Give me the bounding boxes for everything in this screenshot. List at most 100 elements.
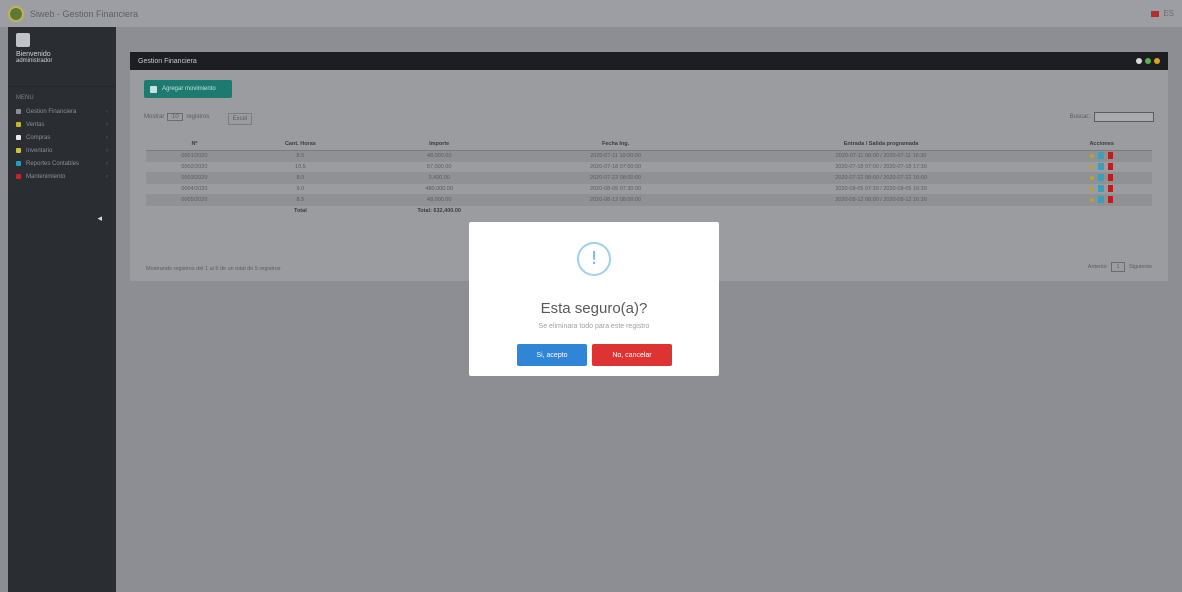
profile-name: Bienvenido — [16, 51, 51, 58]
entries-label: registros — [186, 114, 210, 120]
table-cell: 2020-07-22 08:00:00 — [520, 172, 711, 184]
delete-icon[interactable] — [1108, 185, 1114, 192]
language-label: ES — [1163, 9, 1174, 18]
table-cell: 0002/2020 — [146, 161, 243, 173]
delete-icon[interactable] — [1108, 152, 1114, 159]
edit-icon[interactable] — [1098, 163, 1105, 170]
row-actions — [1051, 161, 1152, 173]
sidebar-item-label: Mantenimiento — [26, 173, 66, 180]
table-row: 0005/2020 8.5 48,000.00 2020-08-12 08:00:00… — [146, 194, 1152, 206]
table-cell: 0001/2020 — [146, 150, 243, 162]
refresh-icon[interactable] — [1145, 58, 1151, 64]
current-page-button[interactable]: 1 — [1111, 262, 1126, 272]
column-header[interactable]: Entrada / Salida programada — [710, 138, 1052, 151]
app-title: Siweb - Gestion Financiera — [30, 8, 139, 19]
search-input[interactable] — [1094, 112, 1154, 122]
column-header[interactable]: Acciones — [1051, 138, 1152, 151]
table-cell: 57,000.00 — [357, 161, 521, 173]
table-cell: 10.5 — [242, 161, 358, 173]
language-selector[interactable]: ES — [1151, 9, 1174, 18]
edit-icon[interactable] — [1098, 152, 1105, 159]
sidebar-item[interactable]: Inventario ‹ — [8, 144, 116, 157]
sidebar-item[interactable]: Ventas ‹ — [8, 118, 116, 131]
table-cell: 0005/2020 — [146, 194, 243, 206]
footer-spacer — [146, 205, 243, 216]
sidebar-toggle-icon[interactable]: ◂ — [97, 213, 102, 224]
table-cell: 480,000.00 — [357, 183, 521, 195]
table-cell: 0004/2020 — [146, 183, 243, 195]
cancel-button[interactable]: No, cancelar — [592, 344, 672, 366]
table-cell: 2020-08-12 08:00:00 — [520, 194, 711, 206]
table-cell: 48,000.00 — [357, 194, 521, 206]
table-cell: 2020-08-05 07:30 / 2020-08-05 16:30 — [710, 183, 1052, 195]
edit-icon[interactable] — [1098, 185, 1105, 192]
sidebar-item[interactable]: Reportes Contables ‹ — [8, 157, 116, 170]
info-icon: ! — [577, 242, 611, 276]
sidebar: Bienvenido administrador MENU Gestion Fi… — [8, 27, 116, 592]
next-page-button[interactable]: Siguiente — [1129, 264, 1152, 270]
add-movement-button[interactable]: Agregar movimiento — [144, 80, 232, 98]
sidebar-item-label: Gestion Financiera — [26, 108, 77, 115]
table-row: 0002/2020 10.5 57,000.00 2020-07-18 07:00:0… — [146, 161, 1152, 173]
sidebar-item[interactable]: Compras ‹ — [8, 131, 116, 144]
prev-page-button[interactable]: Anterior — [1088, 264, 1107, 270]
column-header[interactable]: Importe — [357, 138, 521, 151]
delete-icon[interactable] — [1108, 163, 1114, 170]
table-cell: 8.5 — [242, 194, 358, 206]
menu-bullet-icon — [16, 135, 21, 140]
panel-tools — [1136, 58, 1160, 64]
sidebar-item-label: Inventario — [26, 147, 53, 154]
pagination: Anterior 1 Siguiente — [1088, 262, 1152, 272]
export-button[interactable]: Excel — [228, 113, 252, 125]
entries-length-control: Mostrar 10 registros — [144, 113, 209, 121]
delete-icon[interactable] — [1108, 174, 1114, 181]
chevron-left-icon: ‹ — [106, 108, 108, 115]
menu-bullet-icon — [16, 148, 21, 153]
table-cell: 3,400.00 — [357, 172, 521, 184]
row-actions — [1051, 183, 1152, 195]
table-cell: 2020-07-18 07:00:00 — [520, 161, 711, 173]
logo-icon[interactable] — [8, 5, 24, 22]
user-profile: Bienvenido administrador — [8, 27, 116, 87]
footer-label: Total — [294, 207, 307, 214]
sidebar-item[interactable]: Gestion Financiera ‹ — [8, 105, 116, 118]
collapse-icon[interactable] — [1136, 58, 1142, 64]
view-icon[interactable] — [1090, 153, 1095, 158]
table-cell: 2020-07-22 08:00 / 2020-07-22 16:00 — [710, 172, 1052, 184]
row-actions — [1051, 194, 1152, 206]
row-actions — [1051, 150, 1152, 162]
column-header[interactable]: Nº — [146, 138, 243, 151]
edit-icon[interactable] — [1098, 196, 1105, 203]
table-info: Mostrando registros del 1 al 5 de un tot… — [146, 266, 281, 272]
close-icon[interactable] — [1154, 58, 1160, 64]
sidebar-item-label: Ventas — [26, 121, 45, 128]
entries-select[interactable]: 10 — [167, 113, 184, 121]
menu-bullet-icon — [16, 109, 21, 114]
table-row: 0003/2020 8.0 3,400.00 2020-07-22 08:00:00 2… — [146, 172, 1152, 184]
menu-bullet-icon — [16, 174, 21, 179]
delete-icon[interactable] — [1108, 196, 1114, 203]
avatar — [16, 33, 30, 47]
table-cell: 8.0 — [242, 172, 358, 184]
edit-icon[interactable] — [1098, 174, 1105, 181]
table-row: 0004/2020 9.0 480,000.00 2020-08-05 07:30:0… — [146, 183, 1152, 195]
view-icon[interactable] — [1090, 164, 1095, 169]
sidebar-item[interactable]: Mantenimiento ‹ — [8, 170, 116, 183]
table-cell: 48,000.00 — [357, 150, 521, 162]
footer-total: Total: 632,400.00 — [417, 207, 461, 214]
menu-bullet-icon — [16, 122, 21, 127]
view-icon[interactable] — [1090, 197, 1095, 202]
profile-role: administrador — [16, 58, 53, 64]
plus-icon — [150, 85, 157, 93]
search-label: Buscar: — [1069, 114, 1090, 120]
table-cell: 0003/2020 — [146, 172, 243, 184]
menu-bullet-icon — [16, 161, 21, 166]
data-table: Nº Cant. Horas Importe Fecha Ing. Entrada / … — [146, 138, 1152, 216]
view-icon[interactable] — [1090, 175, 1095, 180]
view-icon[interactable] — [1090, 186, 1095, 191]
column-header[interactable]: Fecha Ing. — [520, 138, 711, 151]
row-actions — [1051, 172, 1152, 184]
column-header[interactable]: Cant. Horas — [242, 138, 358, 151]
confirm-button[interactable]: Si, acepto — [517, 344, 587, 366]
table-cell: 2020-07-18 07:00 / 2020-07-18 17:30 — [710, 161, 1052, 173]
